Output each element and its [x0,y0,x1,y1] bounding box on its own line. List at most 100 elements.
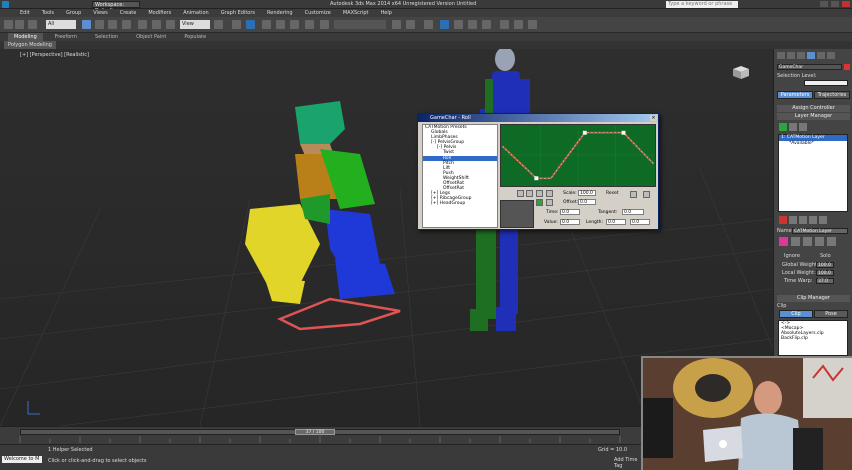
tree-item[interactable]: [+] HeadGroup [423,201,497,206]
time-warp-field[interactable]: 37.0 [816,278,834,284]
render-setup-icon[interactable] [500,20,509,29]
minimize-icon[interactable] [820,1,828,7]
tab-selection[interactable]: Selection [89,33,124,41]
clip-list[interactable]: <-> <Mocap> AbsoluteLayers.clp BackFlip.… [778,320,848,356]
reference-coord-select[interactable]: View [180,20,210,29]
viewcube-icon[interactable] [730,64,752,80]
window-crossing-icon[interactable] [122,20,131,29]
add-layer-icon[interactable] [779,123,787,131]
menu-views[interactable]: Views [93,9,107,17]
layer-name-field[interactable]: CATMotion Layer [792,228,848,234]
assign-controller-rollout[interactable]: Assign Controller [777,105,850,112]
tangent-field[interactable]: 0.0 [622,209,644,215]
display-tab-icon[interactable] [817,52,825,59]
reset-button[interactable]: Reset [606,191,619,196]
curve-key[interactable] [582,130,587,135]
layer-list[interactable]: 1: CATMotion Layer *Available* [778,134,848,212]
menu-customize[interactable]: Customize [305,9,331,17]
edit-named-sets-icon[interactable] [305,20,314,29]
menu-tools[interactable]: Tools [42,9,54,17]
hierarchy-tab-icon[interactable] [797,52,805,59]
curve-key[interactable] [534,176,539,181]
scale-icon[interactable] [166,20,175,29]
pivot-icon[interactable] [214,20,223,29]
catmotion-tree[interactable]: CATMotion Presets Globals LimbPhases [-] Pe… [422,124,498,228]
snap-icon[interactable] [246,20,255,29]
length-field-2[interactable]: 0.0 [630,219,650,225]
length-field[interactable]: 0.0 [606,219,626,225]
material-editor-icon[interactable] [482,20,491,29]
solo-checkbox[interactable]: Solo [820,253,831,259]
clip-item[interactable]: BackFlip.clp [779,336,847,341]
motion-tab-icon[interactable] [807,52,815,59]
undo-icon[interactable] [4,20,13,29]
align-icon[interactable] [406,20,415,29]
selection-filter[interactable]: All [46,20,76,29]
menu-rendering[interactable]: Rendering [267,9,293,17]
layer-options-icon[interactable] [799,123,807,131]
tab-object-paint[interactable]: Object Paint [130,33,172,41]
mirror-icon[interactable] [392,20,401,29]
graph-tool-icon[interactable] [526,190,533,197]
layer-type-icon[interactable] [789,123,797,131]
graph-option-icon[interactable] [630,191,637,198]
ignore-checkbox[interactable]: Ignore [784,253,800,259]
dialog-titlebar[interactable]: GameChar - Roll × [418,114,658,122]
named-selection-set[interactable] [334,20,386,29]
close-icon[interactable] [842,1,850,7]
offset-field[interactable]: 0.0 [578,199,596,205]
time-field[interactable]: 0.0 [560,209,580,215]
trajectories-button[interactable]: Trajectories [814,91,850,99]
layer-color-swatch[interactable] [779,237,788,246]
tab-populate[interactable]: Populate [178,33,212,41]
layer-icon-2[interactable] [803,237,812,246]
select-object-icon[interactable] [82,20,91,29]
menu-graph-editors[interactable]: Graph Editors [221,9,255,17]
redo-icon[interactable] [15,20,24,29]
graph-option-icon[interactable] [643,191,650,198]
curve-editor-icon[interactable] [454,20,463,29]
move-layer-up-icon[interactable] [809,216,817,224]
render-icon[interactable] [528,20,537,29]
schematic-view-icon[interactable] [468,20,477,29]
layer-manager-rollout[interactable]: Layer Manager [777,113,850,120]
delete-layer-icon[interactable] [779,216,787,224]
graph-tool-icon[interactable] [546,190,553,197]
object-color-swatch[interactable] [844,64,850,70]
local-weight-field[interactable]: 100.0 [816,270,834,276]
curve-graph[interactable] [500,124,656,187]
link-icon[interactable] [28,20,37,29]
polygon-modeling-button[interactable]: Polygon Modeling [4,41,56,49]
workspace-select[interactable]: Workspace: Default [92,1,140,14]
menu-maxscript[interactable]: MAXScript [343,9,369,17]
rendered-frame-icon[interactable] [514,20,523,29]
maximize-icon[interactable] [831,1,839,7]
key-nav-icon[interactable] [546,199,553,206]
move-icon[interactable] [138,20,147,29]
utilities-tab-icon[interactable] [827,52,835,59]
time-slider-track[interactable]: 37 / 100 [20,429,620,435]
app-icon[interactable] [2,1,9,8]
maxscript-listener[interactable]: Welcome to M [2,456,42,463]
layer-icon-1[interactable] [791,237,800,246]
value-field[interactable]: 0.0 [560,219,580,225]
angle-snap-icon[interactable] [262,20,271,29]
global-weight-field[interactable]: 100.0 [816,262,834,268]
copy-layer-icon[interactable] [789,216,797,224]
rotate-icon[interactable] [152,20,161,29]
menu-create[interactable]: Create [120,9,137,17]
menu-group[interactable]: Group [66,9,81,17]
tab-modeling[interactable]: Modeling [8,33,43,41]
character-figure[interactable] [245,101,395,304]
add-time-tag-button[interactable]: Add Time Tag [614,457,641,469]
scale-field[interactable]: 100.0 [578,190,596,196]
named-selection-icon[interactable] [320,20,329,29]
graph-tool-icon[interactable] [536,190,543,197]
create-tab-icon[interactable] [777,52,785,59]
clip-manager-rollout[interactable]: Clip Manager [777,295,850,302]
select-by-name-icon[interactable] [95,20,104,29]
percent-snap-icon[interactable] [276,20,285,29]
key-green-icon[interactable] [536,199,543,206]
layer-icon-3[interactable] [815,237,824,246]
menu-help[interactable]: Help [381,9,392,17]
